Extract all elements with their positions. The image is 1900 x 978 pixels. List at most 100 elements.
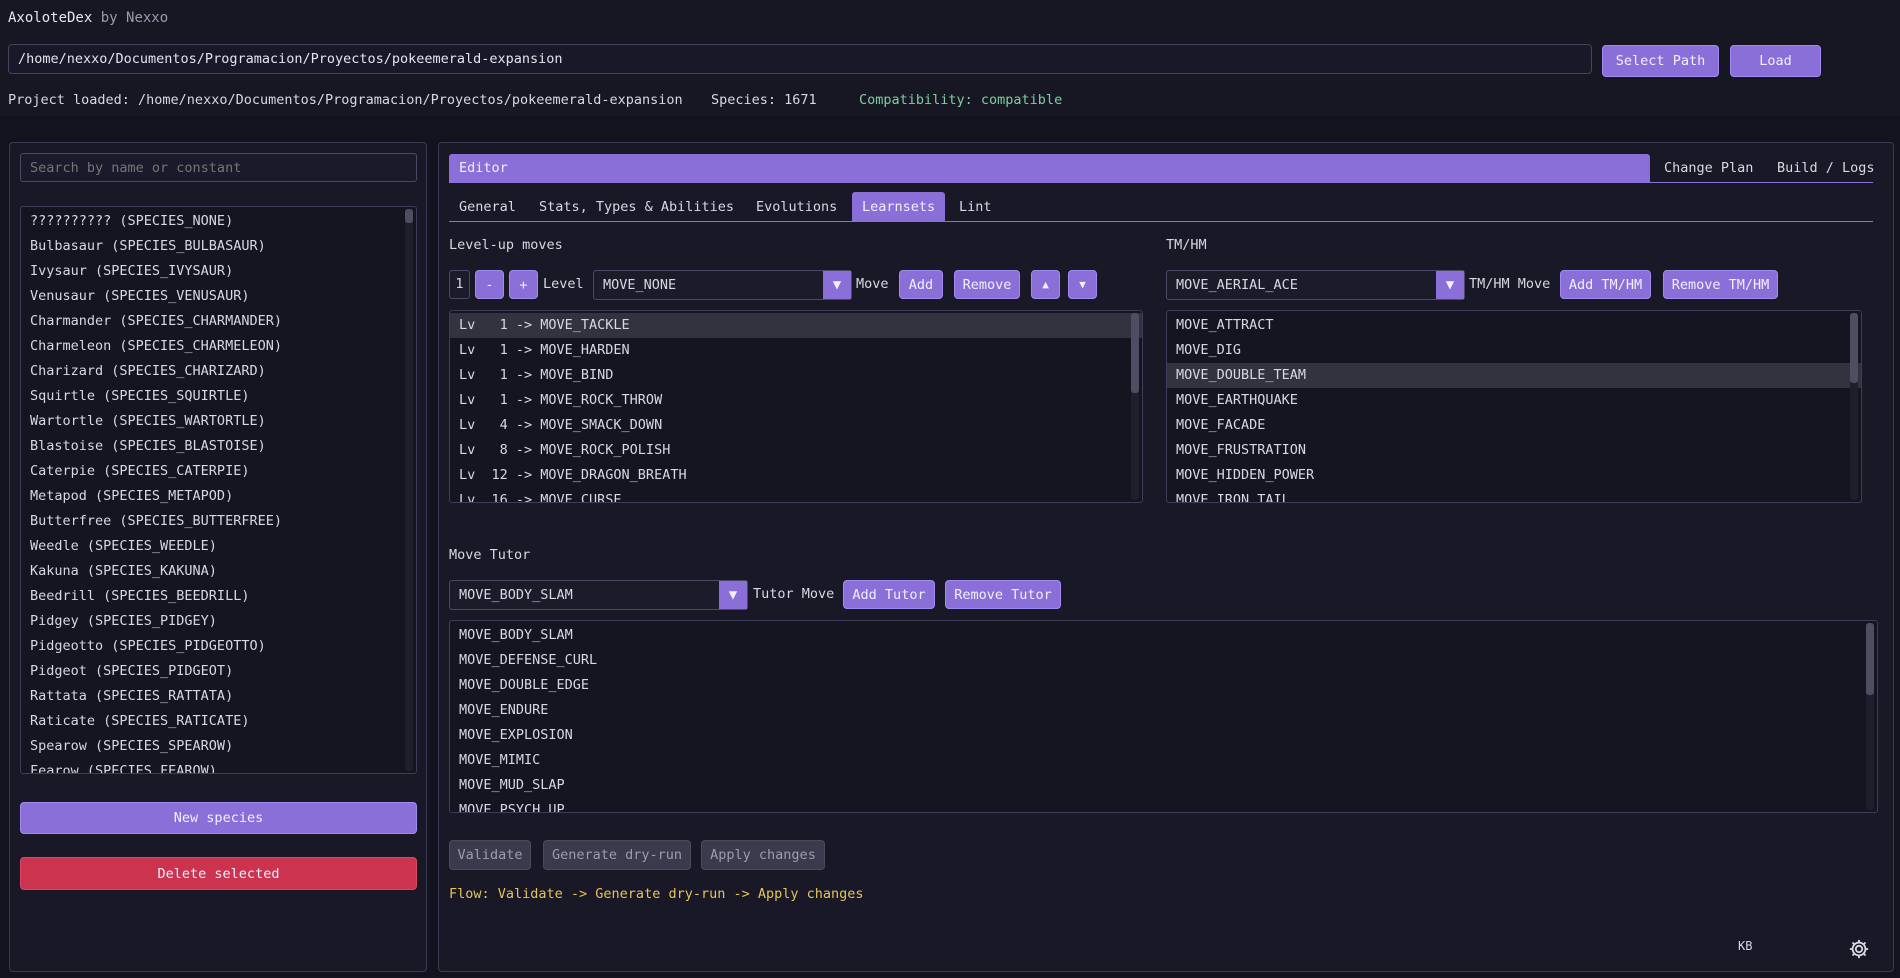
level-increment-button[interactable]: + [509,270,538,299]
chevron-down-icon[interactable]: ▼ [719,581,747,609]
species-list-item[interactable]: Ivysaur (SPECIES_IVYSAUR) [21,259,416,284]
add-levelup-button[interactable]: Add [899,270,943,299]
add-tutor-button[interactable]: Add Tutor [843,580,935,609]
tmhm-list-item[interactable]: MOVE_FACADE [1167,413,1861,438]
tab-stats-types-abilities[interactable]: Stats, Types & Abilities [529,192,744,222]
tab-learnsets[interactable]: Learnsets [852,192,946,222]
tab-evolutions[interactable]: Evolutions [746,192,847,222]
tutor-list-item[interactable]: MOVE_ENDURE [450,698,1877,723]
tutor-list-item[interactable]: MOVE_DOUBLE_EDGE [450,673,1877,698]
tutor-list-item[interactable]: MOVE_BODY_SLAM [450,623,1877,648]
new-species-button[interactable]: New species [20,802,417,834]
gear-icon[interactable] [1848,938,1870,960]
species-list-item[interactable]: Fearow (SPECIES_FEAROW) [21,759,416,773]
levelup-list-item[interactable]: Lv 8 -> MOVE_ROCK_POLISH [450,438,1142,463]
species-list-item[interactable]: Pidgeotto (SPECIES_PIDGEOTTO) [21,634,416,659]
levelup-list-item[interactable]: Lv 4 -> MOVE_SMACK_DOWN [450,413,1142,438]
path-input[interactable] [8,44,1592,74]
species-count: Species: 1671 [711,92,817,108]
species-list-item[interactable]: Beedrill (SPECIES_BEEDRILL) [21,584,416,609]
sub-tabs: General Stats, Types & Abilities Evoluti… [449,192,1873,222]
tutor-scrollbar[interactable] [1866,623,1874,810]
tmhm-list-item[interactable]: MOVE_DIG [1167,338,1861,363]
level-value-field[interactable]: 1 [449,270,470,299]
load-button[interactable]: Load [1730,45,1821,77]
chevron-down-icon[interactable]: ▼ [823,271,851,299]
species-list-item[interactable]: Raticate (SPECIES_RATICATE) [21,709,416,734]
levelup-move-list[interactable]: Lv 1 -> MOVE_TACKLE Lv 1 -> MOVE_HARDEN Lv… [449,310,1143,503]
tmhm-move-value: MOVE_AERIAL_ACE [1176,277,1298,293]
tab-editor-label: Editor [459,160,508,176]
level-decrement-button[interactable]: - [475,270,504,299]
tab-general[interactable]: General [449,192,526,222]
validate-button[interactable]: Validate [449,840,531,870]
move-down-button[interactable]: ▼ [1068,270,1097,299]
species-list-item[interactable]: Squirtle (SPECIES_SQUIRTLE) [21,384,416,409]
level-label: Level [543,276,584,292]
species-scrollbar[interactable] [405,209,413,771]
tab-change-plan[interactable]: Change Plan [1664,154,1753,183]
generate-dry-run-button[interactable]: Generate dry-run [543,840,691,870]
tmhm-scrollbar[interactable] [1850,313,1858,500]
levelup-list-item[interactable]: Lv 1 -> MOVE_ROCK_THROW [450,388,1142,413]
tutor-list-item[interactable]: MOVE_EXPLOSION [450,723,1877,748]
tutor-move-select[interactable]: MOVE_BODY_SLAM ▼ [449,580,748,610]
delete-selected-button[interactable]: Delete selected [20,857,417,890]
tmhm-list-item[interactable]: MOVE_IRON_TAIL [1167,488,1861,502]
tab-build-logs[interactable]: Build / Logs [1777,154,1875,183]
tmhm-list-item[interactable]: MOVE_HIDDEN_POWER [1167,463,1861,488]
tutor-list-item[interactable]: MOVE_MIMIC [450,748,1877,773]
tutor-move-list[interactable]: MOVE_BODY_SLAM MOVE_DEFENSE_CURL MOVE_DOUB… [449,620,1878,813]
species-search-input[interactable] [20,153,417,182]
tab-editor[interactable]: Editor [449,154,1650,183]
species-list[interactable]: ?????????? (SPECIES_NONE) Bulbasaur (SPEC… [20,206,417,774]
species-list-item[interactable]: Weedle (SPECIES_WEEDLE) [21,534,416,559]
species-list-item[interactable]: Spearow (SPECIES_SPEAROW) [21,734,416,759]
levelup-list-item[interactable]: Lv 1 -> MOVE_TACKLE [450,313,1142,338]
tmhm-list-item[interactable]: MOVE_DOUBLE_TEAM [1167,363,1861,388]
chevron-down-icon[interactable]: ▼ [1436,271,1464,299]
tutor-move-label: Tutor Move [753,586,835,602]
tmhm-move-select[interactable]: MOVE_AERIAL_ACE ▼ [1166,270,1465,300]
tmhm-move-list[interactable]: MOVE_ATTRACT MOVE_DIG MOVE_DOUBLE_TEAM MOVE… [1166,310,1862,503]
species-list-item[interactable]: Charmander (SPECIES_CHARMANDER) [21,309,416,334]
tutor-list-item[interactable]: MOVE_DEFENSE_CURL [450,648,1877,673]
species-list-item[interactable]: Charizard (SPECIES_CHARIZARD) [21,359,416,384]
species-list-item[interactable]: Blastoise (SPECIES_BLASTOISE) [21,434,416,459]
tutor-list-item[interactable]: MOVE_PSYCH_UP [450,798,1877,812]
species-list-item[interactable]: Bulbasaur (SPECIES_BULBASAUR) [21,234,416,259]
species-list-item[interactable]: Pidgeot (SPECIES_PIDGEOT) [21,659,416,684]
tutor-list-item[interactable]: MOVE_MUD_SLAP [450,773,1877,798]
levelup-list-item[interactable]: Lv 1 -> MOVE_HARDEN [450,338,1142,363]
species-list-item[interactable]: Pidgey (SPECIES_PIDGEY) [21,609,416,634]
species-list-item[interactable]: Kakuna (SPECIES_KAKUNA) [21,559,416,584]
tmhm-list-item[interactable]: MOVE_ATTRACT [1167,313,1861,338]
remove-tutor-button[interactable]: Remove Tutor [945,580,1061,609]
levelup-list-item[interactable]: Lv 1 -> MOVE_BIND [450,363,1142,388]
remove-tmhm-button[interactable]: Remove TM/HM [1663,270,1778,299]
apply-changes-button[interactable]: Apply changes [701,840,825,870]
species-list-item[interactable]: Metapod (SPECIES_METAPOD) [21,484,416,509]
species-list-item[interactable]: Charmeleon (SPECIES_CHARMELEON) [21,334,416,359]
compatibility-status: Compatibility: compatible [859,92,1063,108]
levelup-list-item[interactable]: Lv 16 -> MOVE_CURSE [450,488,1142,502]
species-list-item[interactable]: Rattata (SPECIES_RATTATA) [21,684,416,709]
tmhm-list-item[interactable]: MOVE_EARTHQUAKE [1167,388,1861,413]
add-tmhm-button[interactable]: Add TM/HM [1560,270,1651,299]
species-list-item[interactable]: ?????????? (SPECIES_NONE) [21,209,416,234]
tab-lint[interactable]: Lint [949,192,1002,222]
species-list-item[interactable]: Wartortle (SPECIES_WARTORTLE) [21,409,416,434]
species-list-item[interactable]: Caterpie (SPECIES_CATERPIE) [21,459,416,484]
move-up-button[interactable]: ▲ [1031,270,1060,299]
sub-tabs-divider [449,221,1873,222]
species-list-item[interactable]: Butterfree (SPECIES_BUTTERFREE) [21,509,416,534]
tmhm-list-item[interactable]: MOVE_FRUSTRATION [1167,438,1861,463]
app-name: AxoloteDex [8,10,93,26]
kb-label: KB [1738,939,1753,953]
select-path-button[interactable]: Select Path [1602,45,1719,77]
species-list-item[interactable]: Venusaur (SPECIES_VENUSAUR) [21,284,416,309]
levelup-list-item[interactable]: Lv 12 -> MOVE_DRAGON_BREATH [450,463,1142,488]
remove-levelup-button[interactable]: Remove [954,270,1020,299]
levelup-move-select[interactable]: MOVE_NONE ▼ [593,270,852,300]
levelup-scrollbar[interactable] [1131,313,1139,500]
